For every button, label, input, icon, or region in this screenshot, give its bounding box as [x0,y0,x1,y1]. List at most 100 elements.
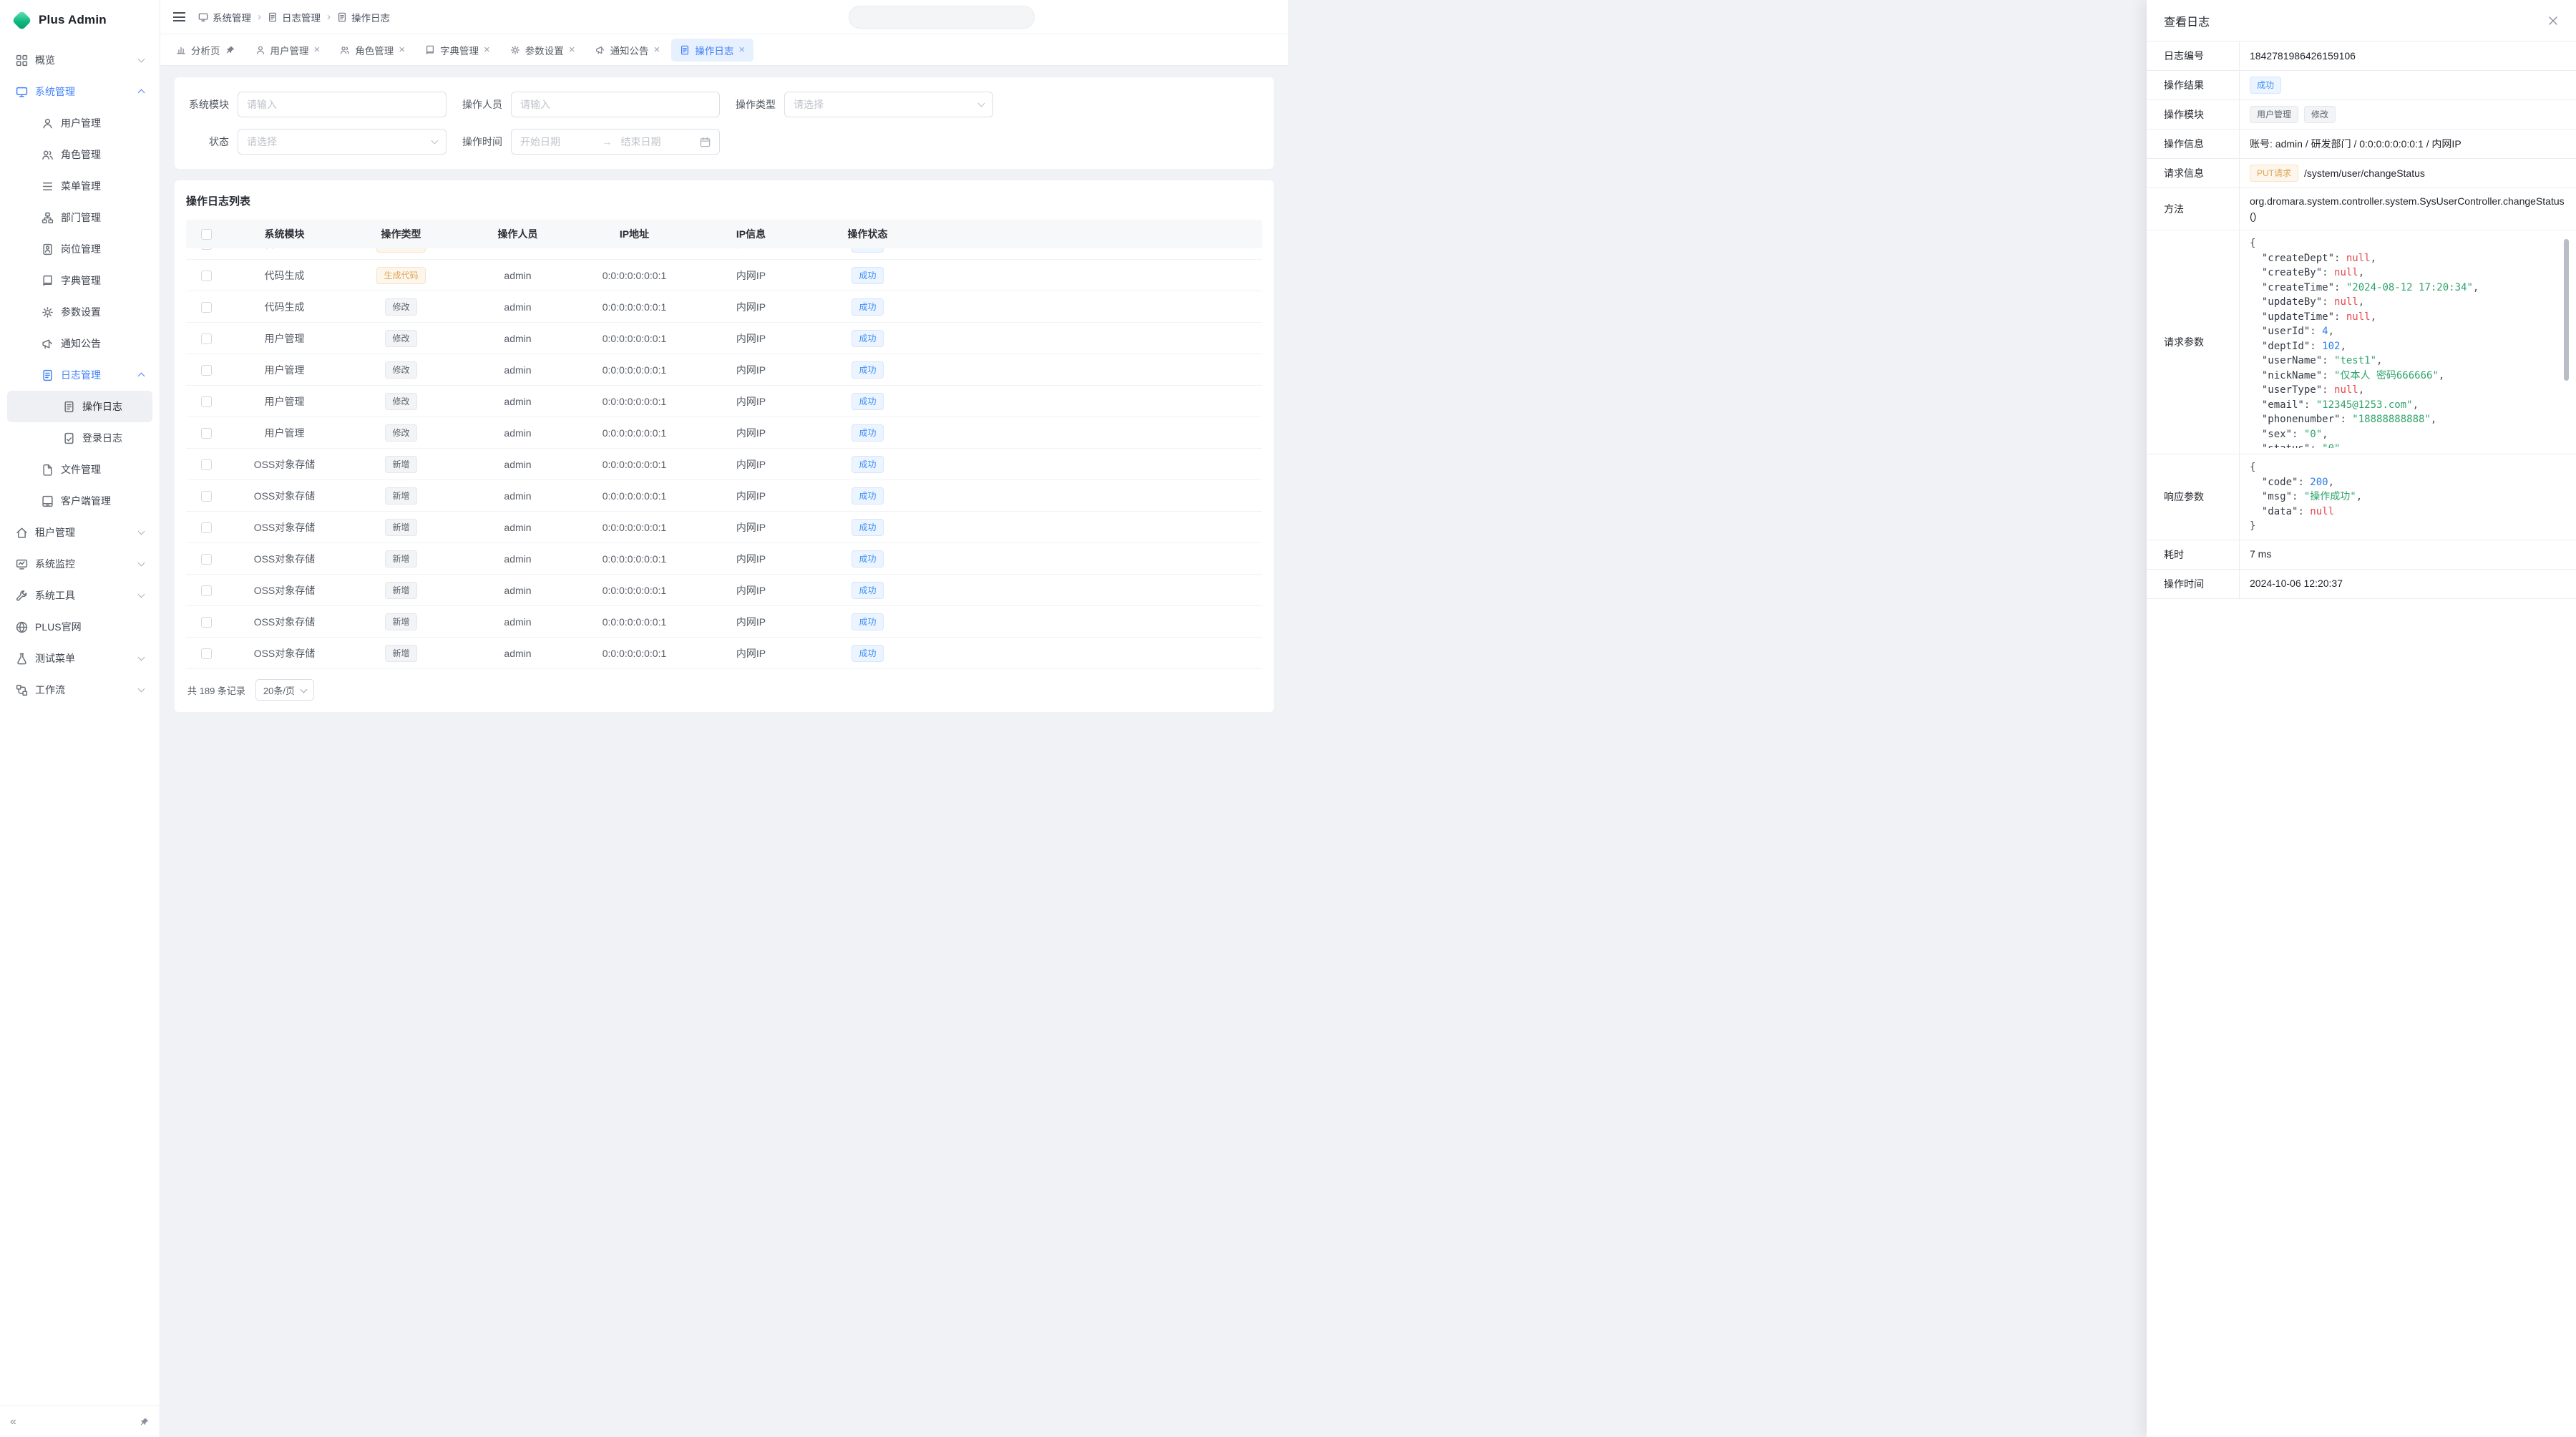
sidebar-item-label: 客户端管理 [61,494,144,508]
doc-icon [337,12,347,22]
sidebar-item-1[interactable]: 系统管理 [7,76,152,107]
sidebar-item-9[interactable]: 通知公告 [7,328,152,359]
cell-status: 成功 [809,550,926,568]
close-tab-icon[interactable]: × [654,44,660,55]
tab-3[interactable]: 字典管理× [416,39,499,62]
sidebar-item-label: 系统管理 [35,84,132,99]
cell-status: 成功 [809,393,926,410]
status-tag: 成功 [852,424,883,442]
row-checkbox[interactable] [201,302,212,313]
tab-1[interactable]: 用户管理× [247,39,329,62]
sidebar-item-7[interactable]: 字典管理 [7,265,152,296]
row-checkbox[interactable] [201,428,212,439]
filter-select[interactable]: 请选择 [784,92,993,117]
sidebar-item-16[interactable]: 系统监控 [7,548,152,580]
detail-label: 耗时 [2147,540,2240,569]
row-checkbox[interactable] [201,396,212,407]
content: 系统模块请输入操作人员请输入操作类型请选择 状态请选择操作时间开始日期→结束日期… [160,66,1288,718]
cell-operator: admin [459,248,576,250]
row-checkbox[interactable] [201,554,212,565]
sidebar-item-8[interactable]: 参数设置 [7,296,152,328]
row-checkbox[interactable] [201,648,212,659]
status-tag: 成功 [852,487,883,505]
close-tab-icon[interactable]: × [569,44,575,55]
cell-module: OSS对象存储 [226,646,343,661]
detail-label: 请求参数 [2147,230,2240,454]
cell-status: 成功 [809,487,926,505]
scrollbar-thumb[interactable] [2564,239,2569,381]
close-tab-icon[interactable]: × [484,44,490,55]
sidebar-item-19[interactable]: 测试菜单 [7,643,152,674]
row-checkbox[interactable] [201,617,212,628]
flow-icon [16,684,28,696]
close-tab-icon[interactable]: × [738,44,745,55]
sidebar-item-12[interactable]: 登录日志 [7,422,152,454]
sidebar-item-0[interactable]: 概览 [7,44,152,76]
breadcrumb-item-0[interactable]: 系统管理 [198,10,251,24]
page-size-select[interactable]: 20条/页 [255,679,314,701]
tab-2[interactable]: 角色管理× [331,39,414,62]
action-tag: 生成代码 [376,248,425,253]
close-tab-icon[interactable]: × [314,44,321,55]
detail-row-1: 操作结果成功 [2147,71,2576,100]
action-tag: 修改 [385,361,416,379]
cell-action: 修改 [343,393,459,410]
app-logo[interactable]: Plus Admin [0,0,160,40]
sidebar-item-2[interactable]: 用户管理 [7,107,152,139]
row-checkbox[interactable] [201,459,212,470]
hamburger-menu-icon[interactable] [173,12,185,21]
tab-label: 通知公告 [610,43,649,57]
detail-value: org.dromara.system.controller.system.Sys… [2240,188,2576,230]
sidebar-item-10[interactable]: 日志管理 [7,359,152,391]
action-tag: 修改 [385,424,416,442]
tab-6[interactable]: 操作日志× [671,39,753,62]
row-checkbox[interactable] [201,333,212,344]
status-tag: 成功 [852,330,883,347]
select-all-checkbox[interactable] [201,229,212,240]
filter-select[interactable]: 请选择 [238,129,447,155]
sidebar-item-5[interactable]: 部门管理 [7,202,152,233]
sidebar-item-20[interactable]: 工作流 [7,674,152,706]
sidebar-item-3[interactable]: 角色管理 [7,139,152,170]
breadcrumb-item-1[interactable]: 日志管理 [268,10,321,24]
cell-operator: admin [459,490,576,502]
sidebar-item-13[interactable]: 文件管理 [7,454,152,485]
row-checkbox[interactable] [201,365,212,376]
sidebar-item-label: 租户管理 [35,525,132,540]
cell-module: OSS对象存储 [226,520,343,535]
sidebar-item-14[interactable]: 客户端管理 [7,485,152,517]
collapse-sidebar-button[interactable]: « [10,1416,16,1428]
filter-input[interactable]: 请输入 [511,92,720,117]
sidebar-item-18[interactable]: PLUS官网 [7,611,152,643]
pin-icon[interactable] [140,1417,150,1427]
column-header: IP信息 [693,227,809,241]
sidebar-item-15[interactable]: 租户管理 [7,517,152,548]
row-checkbox[interactable] [201,585,212,596]
tab-4[interactable]: 参数设置× [502,39,584,62]
detail-value: { "createDept": null, "createBy": null, … [2240,230,2576,454]
sidebar-item-4[interactable]: 菜单管理 [7,170,152,202]
sidebar-item-11[interactable]: 操作日志 [7,391,152,422]
tab-0[interactable]: 分析页 [167,39,244,62]
filter-input[interactable]: 请输入 [238,92,447,117]
close-icon[interactable] [2547,15,2559,26]
row-checkbox[interactable] [201,248,212,250]
breadcrumb-item-2[interactable]: 操作日志 [337,10,390,24]
row-checkbox[interactable] [201,271,212,281]
date-range-input[interactable]: 开始日期→结束日期 [511,129,720,155]
sidebar-item-17[interactable]: 系统工具 [7,580,152,611]
cell-ip-info: 内网IP [693,489,809,503]
row-checkbox[interactable] [201,491,212,502]
row-checkbox[interactable] [201,522,212,533]
close-tab-icon[interactable]: × [399,44,405,55]
cell-ip-info: 内网IP [693,248,809,251]
cell-action: 修改 [343,330,459,347]
cell-ip: 0:0:0:0:0:0:0:1 [576,648,693,659]
cell-ip-info: 内网IP [693,300,809,314]
action-tag: 修改 [385,298,416,316]
global-search-input[interactable] [849,6,1035,29]
cell-action: 新增 [343,519,459,536]
detail-row-5: 方法org.dromara.system.controller.system.S… [2147,188,2576,230]
tab-5[interactable]: 通知公告 × [587,39,669,62]
sidebar-item-6[interactable]: 岗位管理 [7,233,152,265]
